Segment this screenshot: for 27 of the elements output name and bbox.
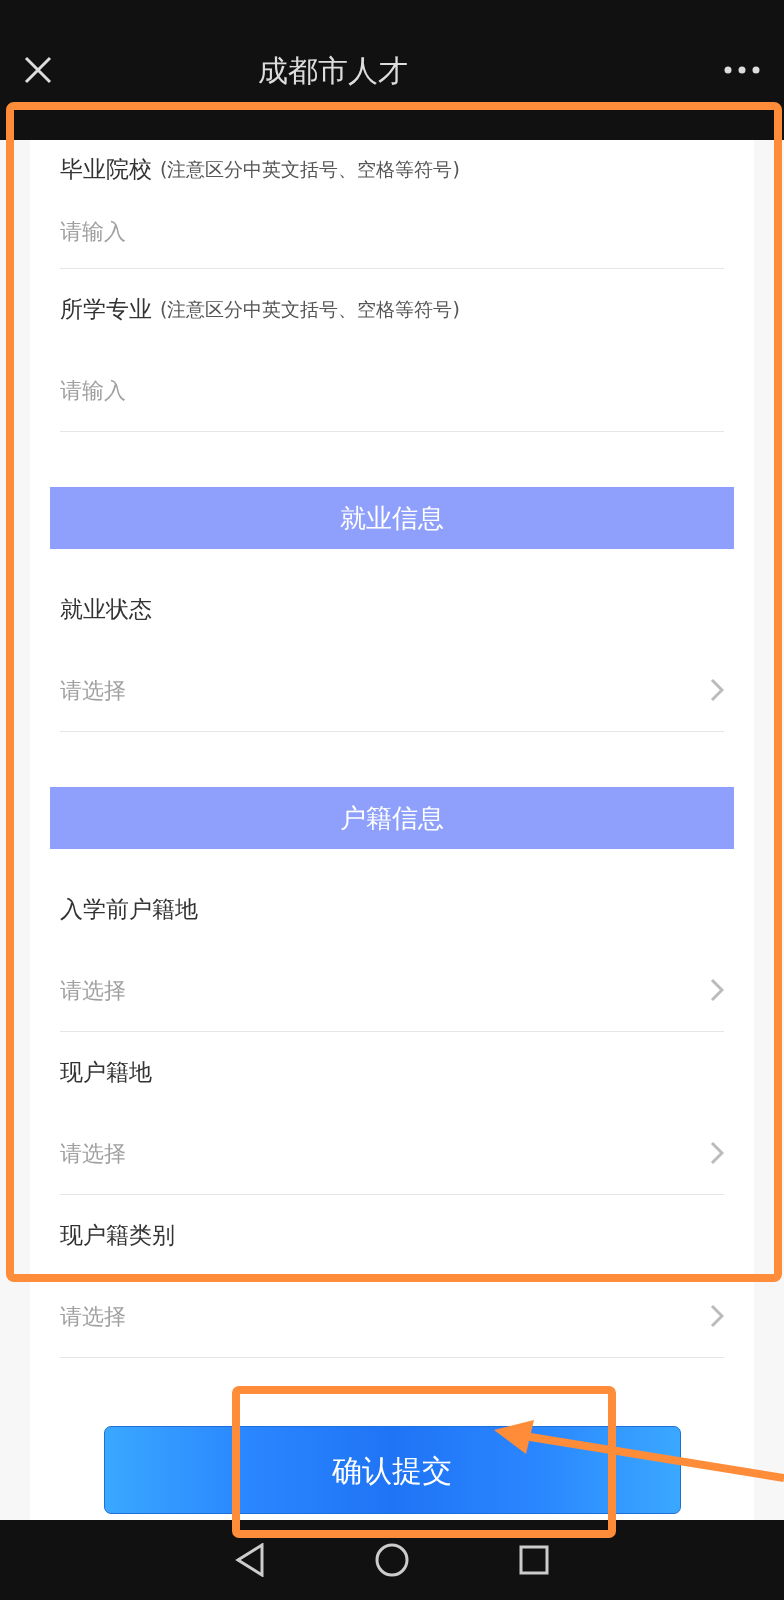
- section-header: 户籍信息: [50, 787, 734, 849]
- input-field[interactable]: 请输入: [60, 214, 724, 248]
- chevron-icon: [710, 1141, 724, 1165]
- section-header: 就业信息: [50, 487, 734, 549]
- field-label: 入学前户籍地: [60, 894, 198, 924]
- input-field[interactable]: 请输入: [60, 373, 724, 407]
- select-field[interactable]: 请选择: [60, 649, 724, 731]
- submit-button[interactable]: 确认提交: [103, 1426, 681, 1514]
- field-note: (注意区分中英文括号、空格等符号): [160, 156, 460, 182]
- chevron-icon: [710, 678, 724, 702]
- recents-icon[interactable]: [519, 1545, 549, 1575]
- chevron-icon: [710, 1304, 724, 1328]
- field-label: 毕业院校: [60, 154, 152, 184]
- field-label: 现户籍类别: [60, 1220, 175, 1250]
- chevron-icon: [710, 978, 724, 1002]
- more-icon[interactable]: [724, 66, 760, 74]
- select-field[interactable]: 请选择: [60, 1275, 724, 1357]
- select-field[interactable]: 请选择: [60, 1112, 724, 1194]
- home-icon[interactable]: [375, 1543, 409, 1577]
- back-icon[interactable]: [235, 1543, 265, 1577]
- field-label: 所学专业: [60, 294, 152, 324]
- field-label: 现户籍地: [60, 1057, 152, 1087]
- close-icon[interactable]: [24, 56, 52, 84]
- select-field[interactable]: 请选择: [60, 949, 724, 1031]
- field-label: 就业状态: [60, 594, 152, 624]
- field-note: (注意区分中英文括号、空格等符号): [160, 296, 460, 322]
- page-title: 成都市人才: [257, 51, 409, 90]
